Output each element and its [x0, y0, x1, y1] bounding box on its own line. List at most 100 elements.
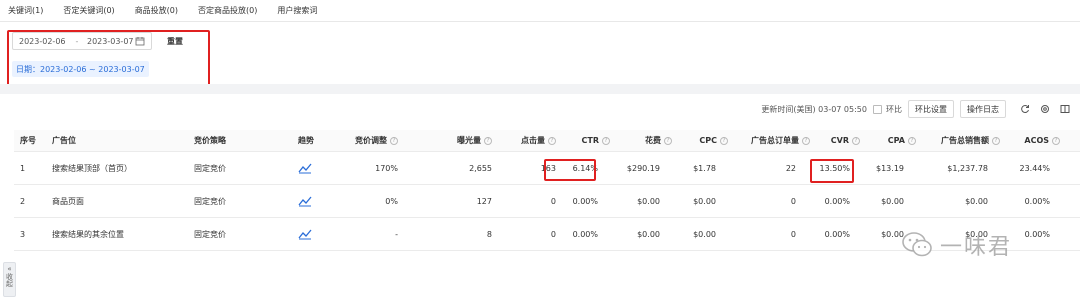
help-icon[interactable]: ?	[720, 136, 728, 145]
row-orders: 22	[785, 163, 796, 173]
row-strategy: 固定竞价	[194, 163, 226, 173]
table-toolbar: 更新时间(美国) 03-07 05:50 环比 环比设置 操作日志	[761, 99, 1072, 119]
row-index: 3	[20, 229, 26, 239]
row-strategy: 固定竞价	[194, 229, 226, 239]
tab-product-targeting[interactable]: 商品投放(0)	[135, 5, 178, 16]
col-placement: 广告位	[52, 136, 76, 145]
table-row: 1 搜索结果顶部（首页） 固定竞价 170% 2,655 163 6.14% $…	[14, 152, 1080, 185]
col-sales[interactable]: 广告总销售额?	[941, 130, 1000, 151]
row-sales: $0.00	[965, 196, 988, 206]
help-icon[interactable]: ?	[852, 136, 860, 145]
row-placement: 搜索结果顶部（首页）	[52, 163, 132, 173]
row-impressions: 2,655	[469, 163, 492, 173]
watermark-text: 一味君	[940, 235, 1013, 260]
col-cvr[interactable]: CVR?	[831, 130, 860, 151]
settings-icon[interactable]	[1038, 102, 1052, 116]
help-icon[interactable]: ?	[602, 136, 610, 145]
end-date: 2023-03-07	[87, 36, 134, 46]
row-cpc: $1.78	[693, 163, 716, 173]
row-bid-adjustment: -	[395, 229, 398, 239]
tab-negative-keywords[interactable]: 否定关键词(0)	[63, 5, 114, 16]
double-chevron-left-icon: «	[7, 265, 12, 273]
row-impressions: 127	[476, 196, 492, 206]
collapse-label: 收起	[5, 273, 14, 287]
row-cpc: $0.00	[693, 229, 716, 239]
help-icon[interactable]: ?	[664, 136, 672, 145]
row-sales: $1,237.78	[947, 163, 988, 173]
help-icon[interactable]: ?	[908, 136, 916, 145]
calendar-icon[interactable]	[135, 36, 145, 46]
row-orders: 0	[790, 229, 796, 239]
trend-chart-icon[interactable]	[298, 185, 312, 217]
col-impressions[interactable]: 曝光量?	[457, 130, 492, 151]
table-row: 2 商品页面 固定竞价 0% 127 0 0.00% $0.00 $0.00 0…	[14, 185, 1080, 218]
row-acos: 0.00%	[1024, 196, 1050, 206]
section-divider	[0, 84, 1080, 94]
help-icon[interactable]: ?	[548, 136, 556, 145]
col-trend: 趋势	[298, 136, 314, 145]
row-bid-adjustment: 170%	[375, 163, 398, 173]
row-cpa: $13.19	[876, 163, 904, 173]
help-icon[interactable]: ?	[1052, 136, 1060, 145]
row-spend: $0.00	[637, 196, 660, 206]
row-orders: 0	[790, 196, 796, 206]
col-cpa[interactable]: CPA?	[888, 130, 916, 151]
col-acos[interactable]: ACOS?	[1024, 130, 1060, 151]
watermark: 一味君	[900, 228, 1050, 262]
row-clicks: 163	[540, 163, 556, 173]
row-strategy: 固定竞价	[194, 196, 226, 206]
row-acos: 23.44%	[1019, 163, 1050, 173]
row-cpc: $0.00	[693, 196, 716, 206]
compare-checkbox[interactable]	[873, 104, 882, 114]
date-filter-tag[interactable]: 日期：2023-02-06 ~ 2023-03-07	[12, 61, 149, 77]
tab-bar: 关键词(1) 否定关键词(0) 商品投放(0) 否定商品投放(0) 用户搜索词	[0, 0, 1080, 22]
date-separator: -	[75, 36, 79, 46]
filter-panel: 2023-02-06 - 2023-03-07 重置 日期：2023-02-06…	[0, 22, 1080, 84]
update-time: 更新时间(美国) 03-07 05:50	[761, 104, 867, 114]
col-orders[interactable]: 广告总订单量?	[751, 130, 810, 151]
row-cvr: 13.50%	[819, 163, 850, 173]
row-ctr: 0.00%	[572, 229, 598, 239]
help-icon[interactable]: ?	[802, 136, 810, 145]
col-ctr[interactable]: CTR?	[582, 130, 610, 151]
row-cvr: 0.00%	[824, 229, 850, 239]
compare-label: 环比	[886, 104, 902, 114]
row-ctr: 0.00%	[572, 196, 598, 206]
help-icon[interactable]: ?	[484, 136, 492, 145]
row-impressions: 8	[486, 229, 492, 239]
row-spend: $0.00	[637, 229, 660, 239]
reset-button[interactable]: 重置	[160, 32, 190, 50]
col-strategy: 竞价策略	[194, 136, 226, 145]
refresh-icon[interactable]	[1018, 102, 1032, 116]
table-header: 序号 广告位 竞价策略 趋势 竞价调整? 曝光量? 点击量? CTR? 花费? …	[14, 130, 1080, 152]
help-icon[interactable]: ?	[390, 136, 398, 145]
compare-settings-button[interactable]: 环比设置	[908, 100, 954, 118]
row-spend: $290.19	[626, 163, 660, 173]
operation-log-button[interactable]: 操作日志	[960, 100, 1006, 118]
col-spend[interactable]: 花费?	[645, 130, 672, 151]
date-range-picker[interactable]: 2023-02-06 - 2023-03-07	[12, 32, 152, 50]
row-ctr: 6.14%	[572, 163, 598, 173]
wechat-icon	[902, 232, 932, 257]
col-cpc[interactable]: CPC?	[699, 130, 728, 151]
row-cvr: 0.00%	[824, 196, 850, 206]
tab-search-terms[interactable]: 用户搜索词	[277, 5, 317, 16]
help-icon[interactable]: ?	[992, 136, 1000, 145]
row-placement: 搜索结果的其余位置	[52, 229, 124, 239]
tab-keywords[interactable]: 关键词(1)	[8, 5, 43, 16]
trend-chart-icon[interactable]	[298, 152, 312, 184]
trend-chart-icon[interactable]	[298, 218, 312, 250]
col-index: 序号	[20, 136, 36, 145]
row-index: 2	[20, 196, 26, 206]
columns-icon[interactable]	[1058, 102, 1072, 116]
row-clicks: 0	[550, 229, 556, 239]
row-index: 1	[20, 163, 26, 173]
row-clicks: 0	[550, 196, 556, 206]
row-placement: 商品页面	[52, 196, 84, 206]
col-bid-adjustment[interactable]: 竞价调整?	[355, 130, 398, 151]
col-clicks[interactable]: 点击量?	[521, 130, 556, 151]
row-cpa: $0.00	[881, 196, 904, 206]
sidebar-collapse-toggle[interactable]: « 收起	[3, 262, 16, 297]
tab-negative-product-targeting[interactable]: 否定商品投放(0)	[198, 5, 257, 16]
start-date: 2023-02-06	[19, 36, 66, 46]
